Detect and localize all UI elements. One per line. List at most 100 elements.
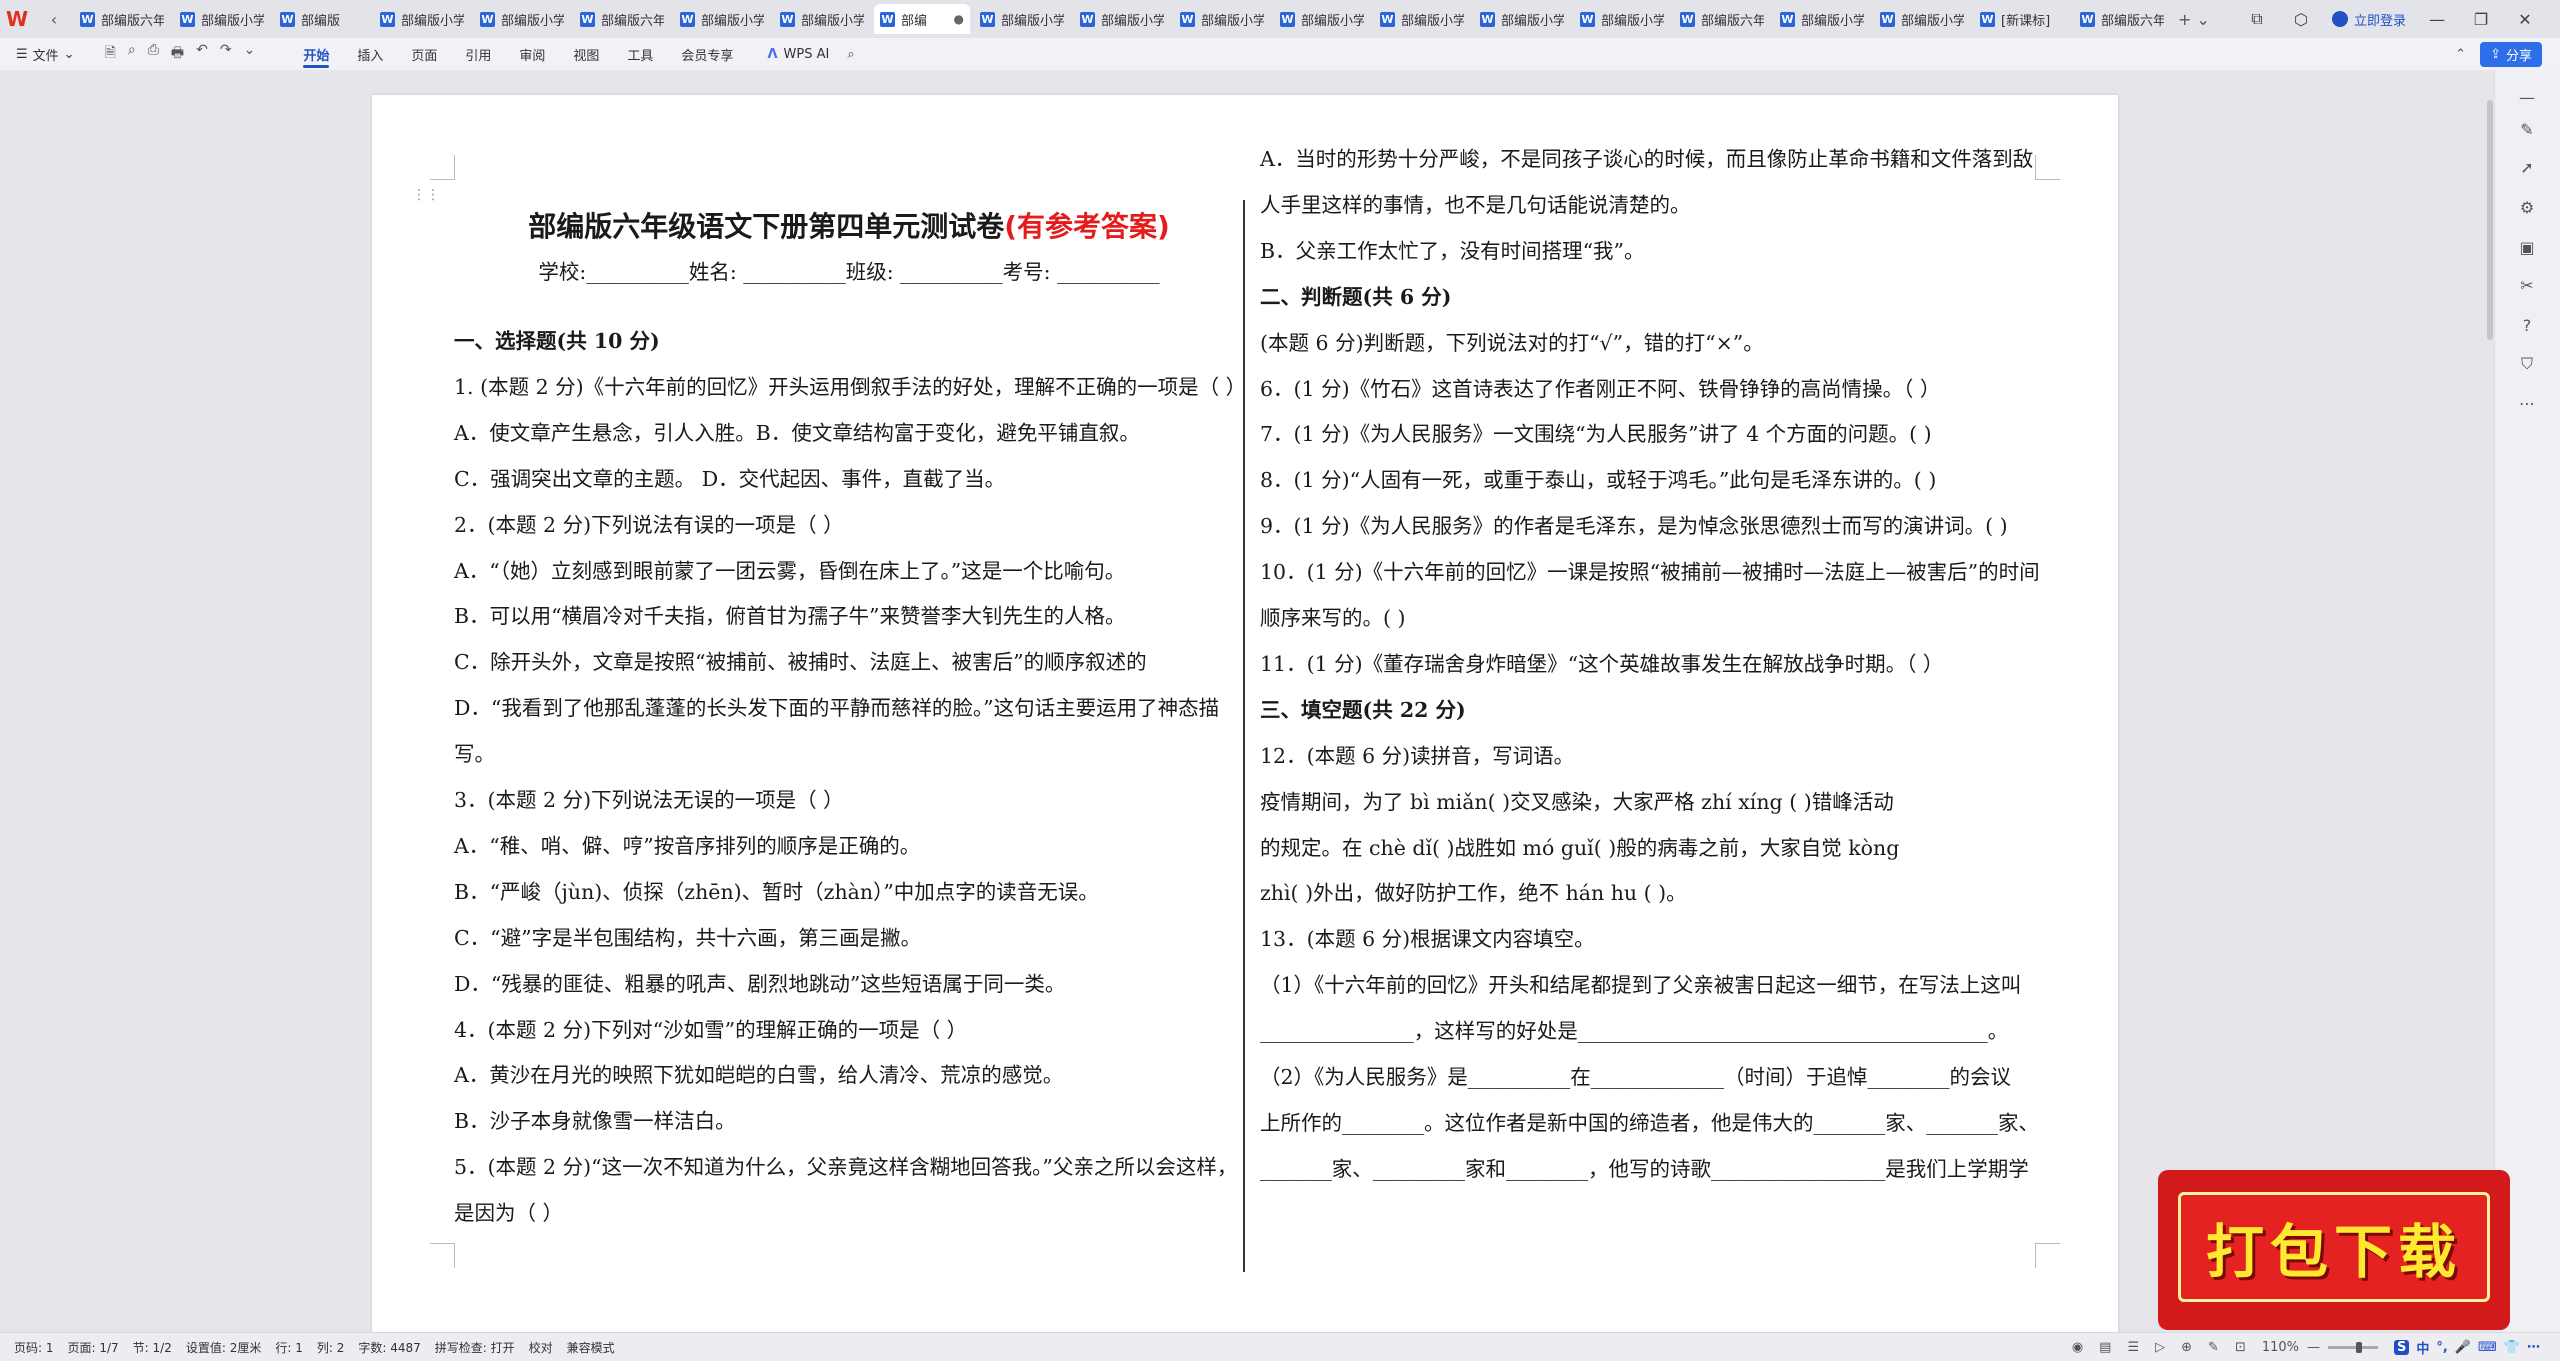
ime-item[interactable]: S <box>2394 1339 2410 1355</box>
status-item[interactable]: 列: 2 <box>317 1339 345 1356</box>
ribbon-tab[interactable]: 工具 <box>613 38 667 70</box>
pen-icon[interactable]: ✎ <box>2208 1340 2219 1355</box>
play-icon[interactable]: ▷ <box>2155 1340 2165 1355</box>
document-page[interactable]: ⋮⋮ 部编版六年级语文下册第四单元测试卷(有参考答案) 学校:_________… <box>372 95 2118 1332</box>
document-tab[interactable]: W 部编版小学 <box>1774 4 1870 34</box>
banner-text[interactable]: 打包下载 <box>2206 1205 2462 1289</box>
print-preview-icon[interactable]: 🖶 <box>171 42 184 66</box>
ime-item[interactable]: ⋯ <box>2527 1340 2540 1355</box>
ime-item[interactable]: 🎤 <box>2455 1340 2471 1355</box>
ribbon-tab[interactable]: 引用 <box>451 38 505 70</box>
help-icon[interactable]: ? <box>2517 316 2537 336</box>
status-item[interactable]: 拼写检查: 打开 <box>435 1339 515 1356</box>
undo-icon[interactable]: ↶ <box>196 42 208 66</box>
ribbon-tab[interactable]: 会员专享 <box>667 38 747 70</box>
close-window-icon[interactable]: ✕ <box>2512 10 2538 29</box>
ribbon-tab[interactable]: 插入 <box>343 38 397 70</box>
zoom-slider-knob[interactable] <box>2356 1341 2363 1353</box>
document-tab[interactable]: W 部编版小学 <box>1474 4 1570 34</box>
drag-handle-icon[interactable]: ⋮⋮ <box>412 187 440 203</box>
shirt-icon[interactable]: ⛉ <box>2517 354 2537 374</box>
select-icon[interactable]: ➚ <box>2517 158 2537 178</box>
zoom-control[interactable]: 110% — <box>2262 1340 2379 1355</box>
document-tab[interactable]: W 部编 ● <box>874 4 970 34</box>
window-layout-icon[interactable]: ⧉ <box>2244 9 2270 29</box>
download-banner[interactable]: 打包下载 <box>2158 1170 2510 1330</box>
word-doc-icon: W <box>680 11 695 27</box>
scrollbar-thumb[interactable] <box>2487 100 2493 340</box>
document-tab[interactable]: W 部编版小学 <box>1074 4 1170 34</box>
document-tab[interactable]: W 部编版小学 <box>1374 4 1470 34</box>
status-item[interactable]: 行: 1 <box>275 1339 303 1356</box>
ime-toolbar[interactable]: S 中 °, 🎤 ⌨ 👕 ⋯ <box>2394 1338 2540 1357</box>
document-tab[interactable]: W 部编版小学 <box>674 4 770 34</box>
collapse-icon[interactable]: — <box>2517 88 2537 108</box>
document-tab[interactable]: W [新课标] <box>1974 4 2070 34</box>
search-replace-icon[interactable]: ⌕ <box>128 42 136 66</box>
ime-item[interactable]: 👕 <box>2504 1340 2520 1355</box>
file-menu[interactable]: ☰ 文件 ⌄ <box>16 45 75 64</box>
status-item[interactable]: 兼容模式 <box>567 1339 615 1356</box>
zoom-slider[interactable] <box>2328 1341 2379 1353</box>
search-icon[interactable]: ⌕ <box>847 47 854 62</box>
save-icon[interactable]: 🗎 <box>105 42 116 66</box>
status-item[interactable]: 页面: 1/7 <box>68 1339 119 1356</box>
globe-icon[interactable]: ⊕ <box>2181 1340 2192 1355</box>
document-tab[interactable]: W 部编版小学 <box>1274 4 1370 34</box>
page-view-icon[interactable]: ▤ <box>2099 1340 2111 1355</box>
status-item[interactable]: 校对 <box>529 1339 553 1356</box>
print-icon[interactable]: ⎙ <box>148 42 159 66</box>
cube-icon[interactable]: ⬡ <box>2288 10 2314 29</box>
document-area[interactable]: ⋮⋮ 部编版六年级语文下册第四单元测试卷(有参考答案) 学校:_________… <box>0 70 2495 1332</box>
tab-scroll-left-icon[interactable]: ‹ <box>34 4 74 34</box>
document-tab[interactable]: W 部编版小学 <box>1574 4 1670 34</box>
document-tab[interactable]: W 部编版六年 <box>74 4 170 34</box>
ime-item[interactable]: ⌨ <box>2478 1340 2497 1355</box>
document-tab[interactable]: W 部编版六年 <box>574 4 670 34</box>
wps-ai-button[interactable]: Λ WPS AI <box>767 47 829 62</box>
image-icon[interactable]: ▣ <box>2517 238 2537 258</box>
minimize-icon[interactable]: — <box>2424 10 2450 29</box>
ribbon-tab[interactable]: 开始 <box>289 38 343 70</box>
document-tab[interactable]: W 部编版小学 <box>374 4 470 34</box>
document-tab[interactable]: W 部编版六年 <box>1674 4 1770 34</box>
wps-logo-icon[interactable]: W <box>0 0 34 38</box>
zoom-out-icon[interactable]: — <box>2307 1340 2320 1355</box>
word-doc-icon: W <box>1780 11 1795 27</box>
more-icon[interactable]: ⋯ <box>2517 394 2537 414</box>
tools-icon[interactable]: ✂ <box>2517 276 2537 296</box>
fit-icon[interactable]: ⊡ <box>2235 1340 2246 1355</box>
share-button[interactable]: ⇪ 分享 <box>2480 41 2542 67</box>
eye-icon[interactable]: ◉ <box>2072 1340 2083 1355</box>
status-item[interactable]: 节: 1/2 <box>133 1339 172 1356</box>
collapse-ribbon-icon[interactable]: ⌃ <box>2455 47 2466 62</box>
zoom-level[interactable]: 110% <box>2262 1340 2299 1355</box>
new-tab-icon[interactable]: + ⌄ <box>2174 4 2214 34</box>
document-tab[interactable]: W 部编版六年 <box>2074 4 2170 34</box>
ribbon-tab[interactable]: 页面 <box>397 38 451 70</box>
document-tab[interactable]: W 部编版小学 <box>974 4 1070 34</box>
text-line: （2）《为人民服务》是__________在_____________（时间）于… <box>1260 1065 2012 1089</box>
document-tab[interactable]: W 部编版小学 <box>1174 4 1270 34</box>
document-tab[interactable]: W 部编版小学 <box>774 4 870 34</box>
document-tab[interactable]: W 部编版小学 <box>1874 4 1970 34</box>
ribbon-tab[interactable]: 视图 <box>559 38 613 70</box>
edit-icon[interactable]: ✎ <box>2517 120 2537 140</box>
redo-icon[interactable]: ↷ <box>220 42 232 66</box>
status-item[interactable]: 页码: 1 <box>14 1339 54 1356</box>
settings-icon[interactable]: ⚙ <box>2517 198 2537 218</box>
restore-icon[interactable]: ❐ <box>2468 10 2494 29</box>
ribbon-tab[interactable]: 审阅 <box>505 38 559 70</box>
document-tab[interactable]: W 部编版小学 <box>174 4 270 34</box>
more-chevron-icon[interactable]: ⌄ <box>244 42 256 66</box>
login-button[interactable]: 立即登录 <box>2331 10 2406 29</box>
list-view-icon[interactable]: ☰ <box>2127 1340 2139 1355</box>
tab-close-icon[interactable]: ● <box>954 12 964 26</box>
menu-icon: ☰ <box>16 46 28 62</box>
ime-item[interactable]: °, <box>2436 1340 2447 1355</box>
status-item[interactable]: 字数: 4487 <box>358 1339 420 1356</box>
ime-item[interactable]: 中 <box>2416 1338 2429 1357</box>
document-tab[interactable]: W 部编版小学 <box>474 4 570 34</box>
status-item[interactable]: 设置值: 2厘米 <box>186 1339 262 1356</box>
document-tab[interactable]: W 部编版 <box>274 4 370 34</box>
